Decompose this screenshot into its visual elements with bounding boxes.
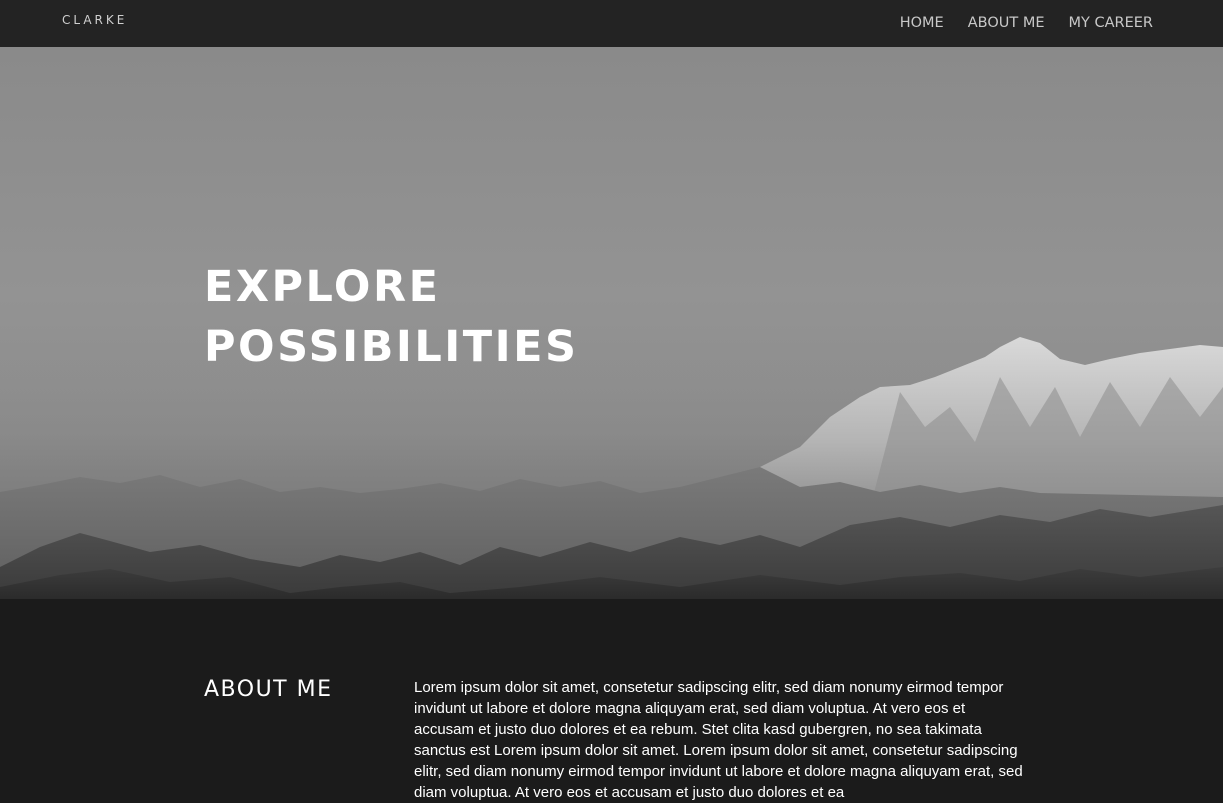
- top-navigation-bar: CLARKE HOME ABOUT ME MY CAREER: [0, 0, 1223, 47]
- about-heading: ABOUT ME: [204, 677, 333, 702]
- nav-item-home: HOME: [876, 14, 944, 32]
- nav-item-about-me: ABOUT ME: [944, 14, 1045, 32]
- hero-title-line-1: EXPLORE: [204, 262, 441, 312]
- nav-link-about-me[interactable]: ABOUT ME: [968, 14, 1045, 32]
- brand-logo-link[interactable]: CLARKE: [62, 13, 127, 27]
- nav-link-my-career[interactable]: MY CAREER: [1069, 14, 1154, 32]
- hero-section: EXPLORE POSSIBILITIES: [0, 47, 1223, 599]
- about-section: ABOUT ME Lorem ipsum dolor sit amet, con…: [0, 599, 1223, 803]
- nav-item-my-career: MY CAREER: [1045, 14, 1154, 32]
- nav-link-home[interactable]: HOME: [900, 14, 944, 32]
- main-nav: HOME ABOUT ME MY CAREER: [876, 14, 1153, 32]
- hero-mountain-image: [0, 337, 1223, 599]
- hero-title: EXPLORE POSSIBILITIES: [204, 257, 578, 377]
- about-paragraph: Lorem ipsum dolor sit amet, consetetur s…: [414, 679, 1023, 801]
- hero-title-line-2: POSSIBILITIES: [204, 322, 579, 372]
